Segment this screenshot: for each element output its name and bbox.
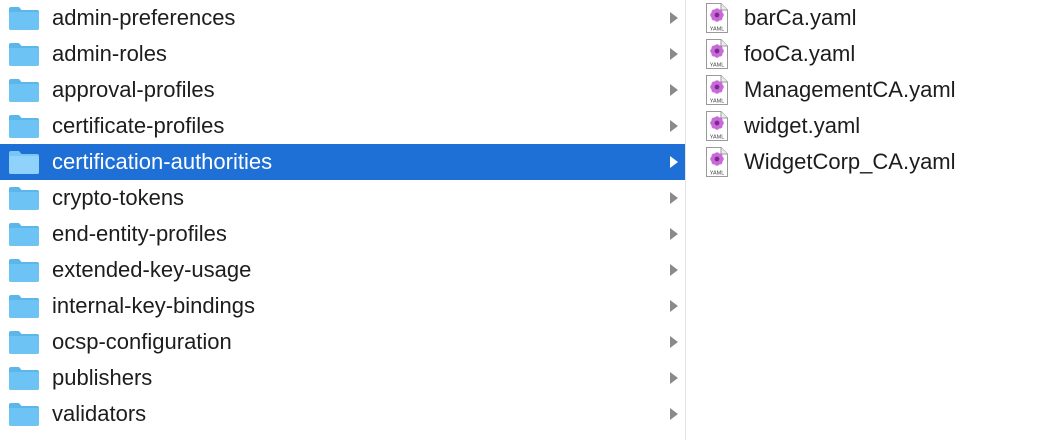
chevron-right-icon[interactable] (669, 155, 679, 169)
chevron-right-icon[interactable] (669, 191, 679, 205)
yaml-file-icon: YAML (705, 74, 729, 106)
file-badge: YAML (710, 135, 725, 141)
folder-row-admin-roles[interactable]: admin-roles (0, 36, 685, 72)
folder-row-approval-profiles[interactable]: approval-profiles (0, 72, 685, 108)
folder-icon (8, 149, 40, 175)
file-label: widget.yaml (744, 113, 861, 138)
yaml-file-icon: YAML (705, 146, 729, 178)
folder-icon (8, 185, 40, 211)
folder-row-validators[interactable]: validators (0, 396, 685, 432)
folder-row-internal-key-bindings[interactable]: internal-key-bindings (0, 288, 685, 324)
folder-label: certification-authorities (52, 149, 273, 174)
folder-row-end-entity-profiles[interactable]: end-entity-profiles (0, 216, 685, 252)
chevron-right-icon[interactable] (669, 11, 679, 25)
chevron-right-icon[interactable] (669, 263, 679, 277)
folder-label: publishers (52, 365, 153, 390)
folder-label: validators (52, 401, 147, 426)
folder-label: approval-profiles (52, 77, 215, 102)
file-badge: YAML (710, 27, 725, 33)
file-label: WidgetCorp_CA.yaml (744, 149, 956, 174)
folder-row-admin-preferences[interactable]: admin-preferences (0, 0, 685, 36)
yaml-file-icon: YAML (705, 110, 729, 142)
chevron-right-icon[interactable] (669, 335, 679, 349)
chevron-right-icon[interactable] (669, 371, 679, 385)
file-row[interactable]: YAML fooCa.yaml (687, 36, 1042, 72)
folder-label: admin-roles (52, 41, 167, 66)
folder-column[interactable]: admin-preferences admin-roles approval-pro… (0, 0, 686, 440)
chevron-right-icon[interactable] (669, 299, 679, 313)
folder-label: crypto-tokens (52, 185, 185, 210)
file-badge: YAML (710, 63, 725, 69)
chevron-right-icon[interactable] (669, 407, 679, 421)
chevron-right-icon[interactable] (669, 227, 679, 241)
file-row[interactable]: YAML widget.yaml (687, 108, 1042, 144)
folder-icon (8, 77, 40, 103)
folder-icon (8, 257, 40, 283)
folder-label: admin-preferences (52, 5, 236, 30)
file-row[interactable]: YAML WidgetCorp_CA.yaml (687, 144, 1042, 180)
folder-label: certificate-profiles (52, 113, 225, 138)
yaml-file-icon: YAML (705, 2, 729, 34)
folder-row-extended-key-usage[interactable]: extended-key-usage (0, 252, 685, 288)
folder-icon (8, 293, 40, 319)
file-badge: YAML (710, 99, 725, 105)
file-label: barCa.yaml (744, 5, 857, 30)
folder-label: extended-key-usage (52, 257, 252, 282)
file-label: ManagementCA.yaml (744, 77, 956, 102)
chevron-right-icon[interactable] (669, 47, 679, 61)
file-label: fooCa.yaml (744, 41, 856, 66)
folder-icon (8, 113, 40, 139)
folder-icon (8, 401, 40, 427)
chevron-right-icon[interactable] (669, 83, 679, 97)
folder-row-certification-authorities[interactable]: certification-authorities (0, 144, 685, 180)
file-row[interactable]: YAML barCa.yaml (687, 0, 1042, 36)
column-browser: admin-preferences admin-roles approval-pro… (0, 0, 1042, 440)
folder-label: end-entity-profiles (52, 221, 227, 246)
file-column[interactable]: YAML barCa.yaml YAML fooCa.yaml YAML Manageme… (687, 0, 1042, 440)
folder-icon (8, 329, 40, 355)
folder-icon (8, 41, 40, 67)
folder-label: internal-key-bindings (52, 293, 255, 318)
folder-label: ocsp-configuration (52, 329, 232, 354)
file-badge: YAML (710, 171, 725, 177)
folder-row-crypto-tokens[interactable]: crypto-tokens (0, 180, 685, 216)
yaml-file-icon: YAML (705, 38, 729, 70)
folder-icon (8, 365, 40, 391)
folder-row-certificate-profiles[interactable]: certificate-profiles (0, 108, 685, 144)
folder-icon (8, 5, 40, 31)
folder-row-publishers[interactable]: publishers (0, 360, 685, 396)
folder-row-ocsp-configuration[interactable]: ocsp-configuration (0, 324, 685, 360)
file-row[interactable]: YAML ManagementCA.yaml (687, 72, 1042, 108)
chevron-right-icon[interactable] (669, 119, 679, 133)
folder-icon (8, 221, 40, 247)
